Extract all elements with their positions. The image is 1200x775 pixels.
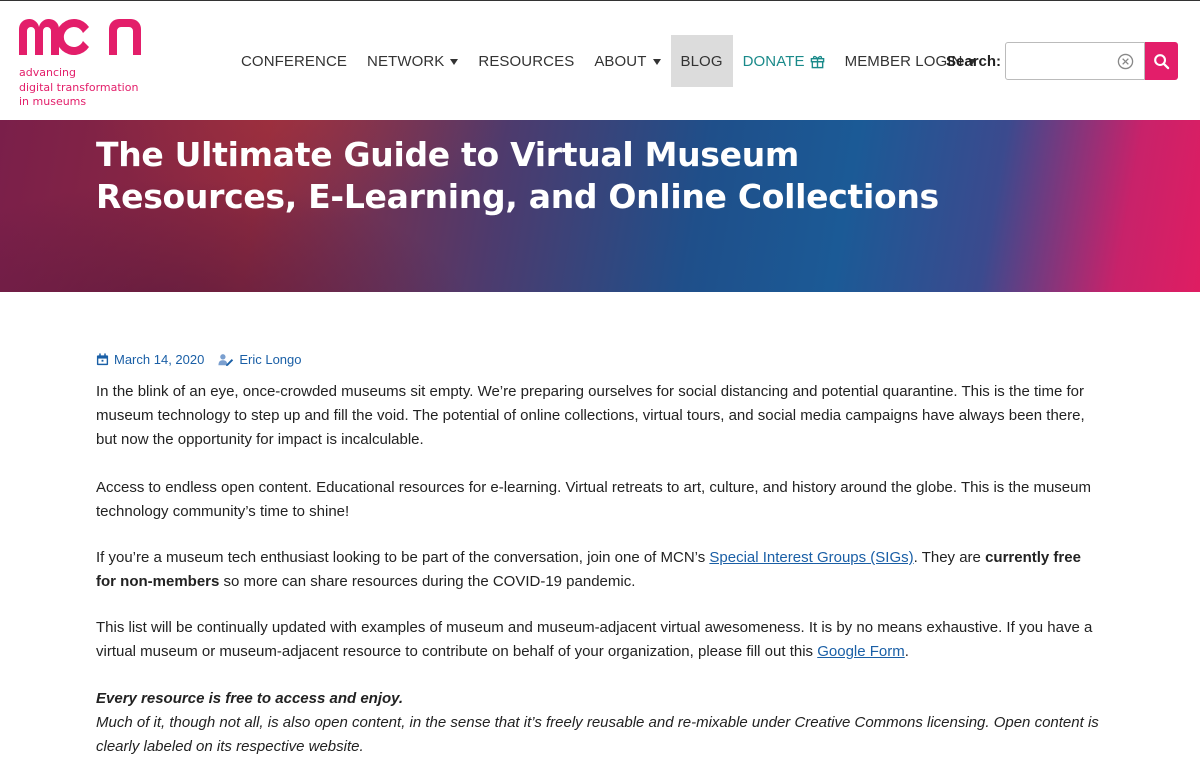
nav-label: CONFERENCE — [241, 52, 348, 70]
post-date[interactable]: March 14, 2020 — [96, 352, 204, 367]
paragraph-free-access: Every resource is free to access and enj… — [96, 687, 1100, 759]
hero-banner: The Ultimate Guide to Virtual Museum Res… — [0, 120, 1200, 292]
post-author-text: Eric Longo — [239, 351, 302, 367]
sigs-link[interactable]: Special Interest Groups (SIGs) — [709, 549, 913, 566]
author-icon — [218, 353, 234, 366]
search-label: Search: — [946, 52, 1002, 70]
bold-text: Every resource is free to access and enj… — [96, 690, 404, 707]
nav-item-conference[interactable]: CONFERENCE — [231, 35, 357, 87]
nav-item-network[interactable]: NETWORK — [357, 35, 468, 87]
nav-label: DONATE — [742, 52, 805, 70]
main-nav: CONFERENCE NETWORK RESOURCES ABOUT BLOG … — [231, 35, 986, 87]
text-run: . — [904, 643, 909, 660]
mcn-logo[interactable]: advancing digital transformation in muse… — [19, 15, 159, 111]
text-run: Much of it, though not all, is also open… — [96, 714, 1099, 755]
nav-label: RESOURCES — [478, 52, 575, 70]
nav-item-resources[interactable]: RESOURCES — [468, 35, 584, 87]
text-run: so more can share resources during the C… — [219, 573, 636, 590]
search-box — [1005, 42, 1146, 80]
paragraph-sigs: If you’re a museum tech enthusiast looki… — [96, 546, 1100, 594]
calendar-icon — [96, 352, 109, 365]
google-form-link[interactable]: Google Form — [817, 643, 905, 660]
caret-down-icon — [450, 58, 459, 65]
logo-tagline: advancing digital transformation in muse… — [19, 66, 138, 110]
tagline-line-3: in museums — [19, 95, 87, 108]
nav-item-blog[interactable]: BLOG — [670, 35, 733, 87]
tagline-line-1: advancing — [19, 66, 77, 79]
mcn-logo-mark — [19, 18, 141, 55]
post-author[interactable]: Eric Longo — [218, 351, 302, 367]
search-input[interactable] — [1006, 43, 1119, 79]
text-run: This list will be continually updated wi… — [96, 619, 1093, 660]
nav-item-donate[interactable]: DONATE — [733, 35, 835, 87]
tagline-line-2: digital transformation — [19, 80, 139, 94]
search-form: Search: — [946, 42, 1179, 80]
site-header: advancing digital transformation in muse… — [0, 0, 1200, 120]
gift-icon — [810, 55, 824, 68]
nav-label: MEMBER LOGIN — [844, 52, 963, 70]
paragraph-intro: In the blink of an eye, once-crowded mus… — [96, 383, 1085, 448]
post-meta: March 14, 2020 Eric Longo — [96, 350, 1100, 368]
nav-item-about[interactable]: ABOUT — [584, 35, 670, 87]
text-run: . They are — [913, 549, 986, 566]
caret-down-icon — [652, 58, 661, 65]
nav-label: BLOG — [680, 52, 723, 70]
paragraph-open-content: Access to endless open content. Educatio… — [96, 479, 1091, 520]
text-run: If you’re a museum tech enthusiast looki… — [96, 549, 710, 566]
clear-icon[interactable] — [1117, 53, 1134, 70]
search-button[interactable] — [1145, 42, 1179, 80]
search-icon — [1154, 53, 1170, 69]
page-title: The Ultimate Guide to Virtual Museum Res… — [96, 135, 939, 216]
nav-label: ABOUT — [594, 52, 647, 70]
nav-label: NETWORK — [367, 52, 445, 70]
post-date-text: March 14, 2020 — [114, 351, 205, 367]
article-content: March 14, 2020 Eric Longo In the blink o… — [96, 350, 1100, 756]
paragraph-list-updates: This list will be continually updated wi… — [96, 616, 1100, 664]
